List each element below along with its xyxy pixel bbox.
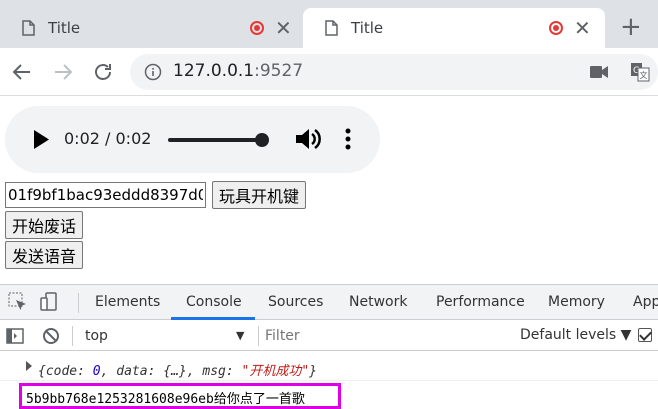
- info-icon[interactable]: [144, 63, 162, 81]
- more-options-icon[interactable]: [345, 128, 351, 150]
- tab-strip: Title ✕ Title ✕ +: [0, 0, 658, 48]
- device-row: 玩具开机键: [5, 181, 307, 209]
- devtools-tab-bar: Elements Console Sources Network Perform…: [0, 285, 658, 320]
- devtools-panel: Elements Console Sources Network Perform…: [0, 284, 658, 409]
- console-filter-input[interactable]: [265, 325, 510, 347]
- document-icon: [22, 20, 35, 36]
- volume-icon[interactable]: [296, 127, 322, 151]
- audio-player: 0:02 / 0:02: [5, 106, 380, 173]
- sidebar-toggle-icon[interactable]: [6, 327, 24, 345]
- divider: [72, 326, 73, 346]
- log-object-text: {code: 0, data: {…}, msg: "开机成功"}: [38, 364, 317, 379]
- audio-progress-track[interactable]: [168, 138, 261, 142]
- dropdown-arrow-icon: ▼: [236, 329, 245, 342]
- divider: [258, 326, 259, 346]
- audio-time: 0:02 / 0:02: [64, 129, 152, 148]
- new-tab-button[interactable]: +: [620, 14, 642, 40]
- log-levels-dropdown[interactable]: Default levels ▼: [520, 327, 631, 343]
- tab-title: Title: [351, 19, 384, 37]
- device-toolbar-icon[interactable]: [40, 292, 60, 312]
- forward-icon[interactable]: [51, 60, 75, 84]
- settings-checkbox[interactable]: [638, 328, 652, 342]
- url-text: 127.0.0.1:9527: [173, 61, 304, 81]
- console-toolbar: top ▼ Default levels ▼: [0, 321, 658, 351]
- active-tab-indicator: [171, 317, 255, 320]
- camera-icon[interactable]: [590, 65, 608, 79]
- address-bar[interactable]: 127.0.0.1:9527 G文: [130, 54, 658, 90]
- bind-toy-button[interactable]: 玩具开机键: [212, 181, 307, 209]
- divider: [78, 293, 79, 313]
- tab-performance[interactable]: Performance: [436, 294, 525, 310]
- reload-icon[interactable]: [91, 60, 115, 84]
- console-log-object[interactable]: {code: 0, data: {…}, msg: "开机成功"}: [0, 355, 658, 381]
- tab-sources[interactable]: Sources: [268, 294, 323, 310]
- recording-icon: [250, 21, 264, 35]
- start-talk-button[interactable]: 开始废话: [5, 211, 84, 239]
- browser-tab-1[interactable]: Title ✕: [0, 8, 300, 48]
- tab-console[interactable]: Console: [186, 294, 242, 310]
- document-icon: [325, 20, 338, 36]
- recording-icon: [549, 21, 563, 35]
- device-id-input[interactable]: [5, 182, 206, 208]
- console-log-message: 5b9bb768e1253281608e96eb给你点了一首歌: [19, 383, 341, 409]
- clear-console-icon[interactable]: [42, 327, 60, 345]
- log-message-text: 5b9bb768e1253281608e96eb给你点了一首歌: [26, 392, 305, 407]
- play-icon[interactable]: [33, 130, 49, 149]
- browser-toolbar: 127.0.0.1:9527 G文: [0, 48, 658, 96]
- audio-progress-thumb[interactable]: [255, 133, 269, 147]
- browser-tab-2[interactable]: Title ✕: [303, 8, 605, 48]
- context-selector[interactable]: top: [85, 328, 108, 344]
- expand-arrow-icon[interactable]: [26, 361, 32, 371]
- back-icon[interactable]: [10, 60, 34, 84]
- send-voice-button[interactable]: 发送语音: [5, 241, 84, 269]
- svg-text:文: 文: [640, 70, 648, 80]
- tab-elements[interactable]: Elements: [95, 294, 160, 310]
- tab-application[interactable]: App: [633, 294, 658, 310]
- tab-network[interactable]: Network: [349, 294, 407, 310]
- tab-title: Title: [48, 19, 81, 37]
- inspect-element-icon[interactable]: [8, 292, 28, 312]
- tab-memory[interactable]: Memory: [548, 294, 605, 310]
- close-tab-icon[interactable]: ✕: [275, 16, 292, 40]
- translate-icon[interactable]: G文: [630, 62, 650, 82]
- close-tab-icon[interactable]: ✕: [574, 16, 591, 40]
